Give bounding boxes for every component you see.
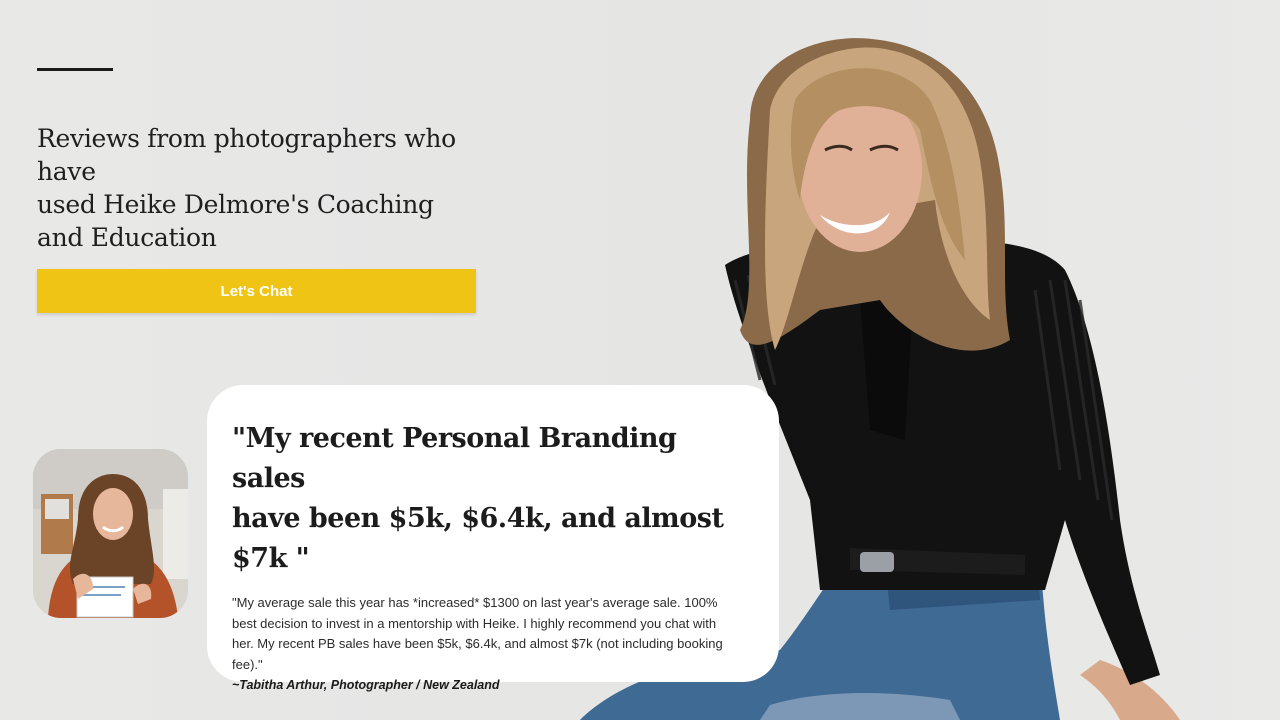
heading-line-1: Reviews from photographers who have <box>37 124 456 186</box>
review-headline-line-1: "My recent Personal Branding sales <box>232 423 677 494</box>
review-author: ~Tabitha Arthur, Photographer / New Zeal… <box>232 678 500 692</box>
review-card: "My recent Personal Branding sales have … <box>207 385 779 692</box>
review-headline: "My recent Personal Branding sales have … <box>232 419 729 579</box>
heading-line-2: used Heike Delmore's Coaching <box>37 190 434 219</box>
accent-divider <box>37 68 113 71</box>
heading-line-3: and Education <box>37 223 217 252</box>
review-body: "My average sale this year has *increase… <box>232 595 723 672</box>
page: Reviews from photographers who have used… <box>0 0 1280 720</box>
review-headline-line-2: have been $5k, $6.4k, and almost <box>232 503 724 534</box>
reviewer-avatar <box>33 449 188 618</box>
lets-chat-button[interactable]: Let's Chat <box>37 269 476 313</box>
page-heading: Reviews from photographers who have used… <box>37 122 477 254</box>
review-headline-line-3: $7k " <box>232 543 310 574</box>
